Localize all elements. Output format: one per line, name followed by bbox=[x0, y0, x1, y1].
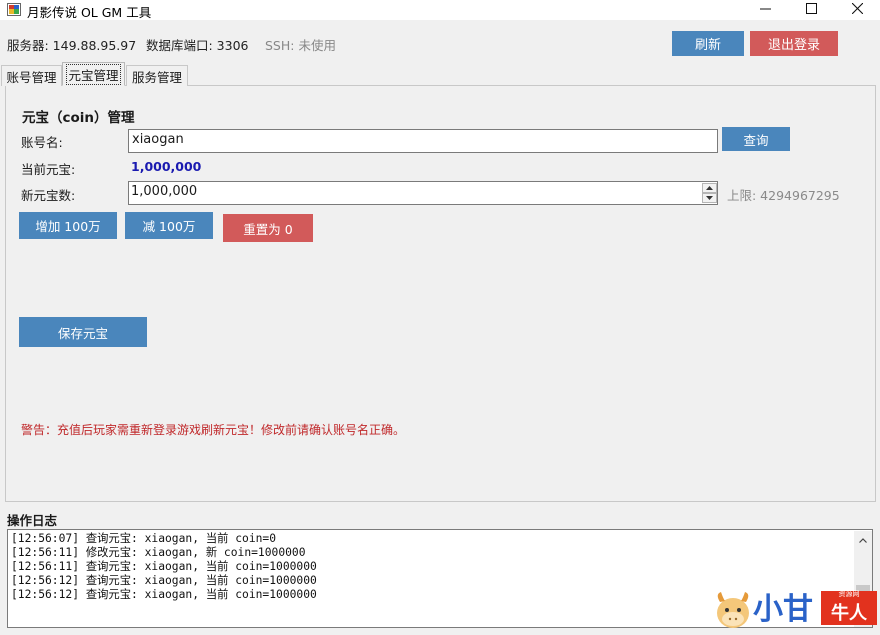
watermark-badge: 牛人 bbox=[821, 599, 877, 625]
minimize-icon bbox=[759, 3, 771, 17]
log-line: [12:56:11] 修改元宝: xiaogan, 新 coin=1000000 bbox=[11, 546, 306, 559]
watermark-text-small: 资源网 bbox=[838, 590, 860, 598]
chevron-up-icon bbox=[859, 536, 867, 545]
close-button[interactable] bbox=[834, 0, 880, 20]
app-icon bbox=[7, 3, 21, 16]
server-info: 服务器: 149.88.95.97 bbox=[7, 38, 137, 53]
tab-label: 服务管理 bbox=[131, 69, 182, 85]
current-coin-label: 当前元宝: bbox=[21, 162, 76, 177]
section-title: 元宝（coin）管理 bbox=[22, 110, 135, 126]
log-line: [12:56:07] 查询元宝: xiaogan, 当前 coin=0 bbox=[11, 532, 277, 545]
db-port-info: 数据库端口: 3306 bbox=[146, 38, 249, 53]
log-lines: [12:56:07] 查询元宝: xiaogan, 当前 coin=0 [12:… bbox=[11, 532, 317, 602]
refresh-button[interactable]: 刷新 bbox=[672, 31, 744, 56]
new-coin-label: 新元宝数: bbox=[21, 188, 76, 203]
maximize-icon bbox=[805, 3, 817, 17]
log-line: [12:56:11] 查询元宝: xiaogan, 当前 coin=100000… bbox=[11, 560, 317, 573]
chevron-up-icon bbox=[706, 185, 713, 192]
log-line: [12:56:12] 查询元宝: xiaogan, 当前 coin=100000… bbox=[11, 574, 317, 587]
log-line: [12:56:12] 查询元宝: xiaogan, 当前 coin=100000… bbox=[11, 588, 317, 601]
coin-limit-label: 上限: 4294967295 bbox=[727, 188, 840, 203]
query-button[interactable]: 查询 bbox=[722, 127, 790, 151]
new-coin-stepper[interactable]: 1,000,000 bbox=[128, 181, 718, 205]
watermark-text-main: 小甘 bbox=[753, 592, 813, 627]
window-title: 月影传说 OL GM 工具 bbox=[27, 5, 152, 20]
tab-label: 元宝管理 bbox=[66, 63, 121, 85]
ssh-info: SSH: 未使用 bbox=[265, 38, 336, 53]
save-coin-button[interactable]: 保存元宝 bbox=[19, 317, 147, 347]
current-coin-value: 1,000,000 bbox=[131, 159, 202, 174]
tab-accounts[interactable]: 账号管理 bbox=[1, 65, 62, 86]
account-input[interactable]: xiaogan bbox=[128, 129, 718, 153]
reset-coin-button[interactable]: 重置为 0 bbox=[223, 214, 313, 242]
subtract-coin-button[interactable]: 减 100万 bbox=[125, 212, 213, 239]
spin-up-button[interactable] bbox=[702, 183, 717, 193]
log-title: 操作日志 bbox=[7, 513, 58, 528]
add-coin-button[interactable]: 增加 100万 bbox=[19, 212, 117, 239]
minimize-button[interactable] bbox=[742, 0, 788, 20]
scroll-up-button[interactable] bbox=[854, 534, 872, 546]
watermark-logo: 小甘 牛人 资源网 bbox=[713, 588, 880, 635]
new-coin-value: 1,000,000 bbox=[131, 184, 198, 199]
account-label: 账号名: bbox=[21, 135, 63, 150]
spin-buttons bbox=[702, 183, 717, 203]
maximize-button[interactable] bbox=[788, 0, 834, 20]
tab-services[interactable]: 服务管理 bbox=[126, 65, 188, 86]
spin-down-button[interactable] bbox=[702, 193, 717, 203]
warning-text: 警告：充值后玩家需重新登录游戏刷新元宝！修改前请确认账号名正确。 bbox=[21, 423, 406, 437]
logout-button[interactable]: 退出登录 bbox=[750, 31, 838, 56]
chevron-down-icon bbox=[706, 195, 713, 202]
close-icon bbox=[851, 2, 863, 17]
tab-label: 账号管理 bbox=[6, 69, 57, 85]
tab-coin[interactable]: 元宝管理 bbox=[62, 62, 125, 86]
